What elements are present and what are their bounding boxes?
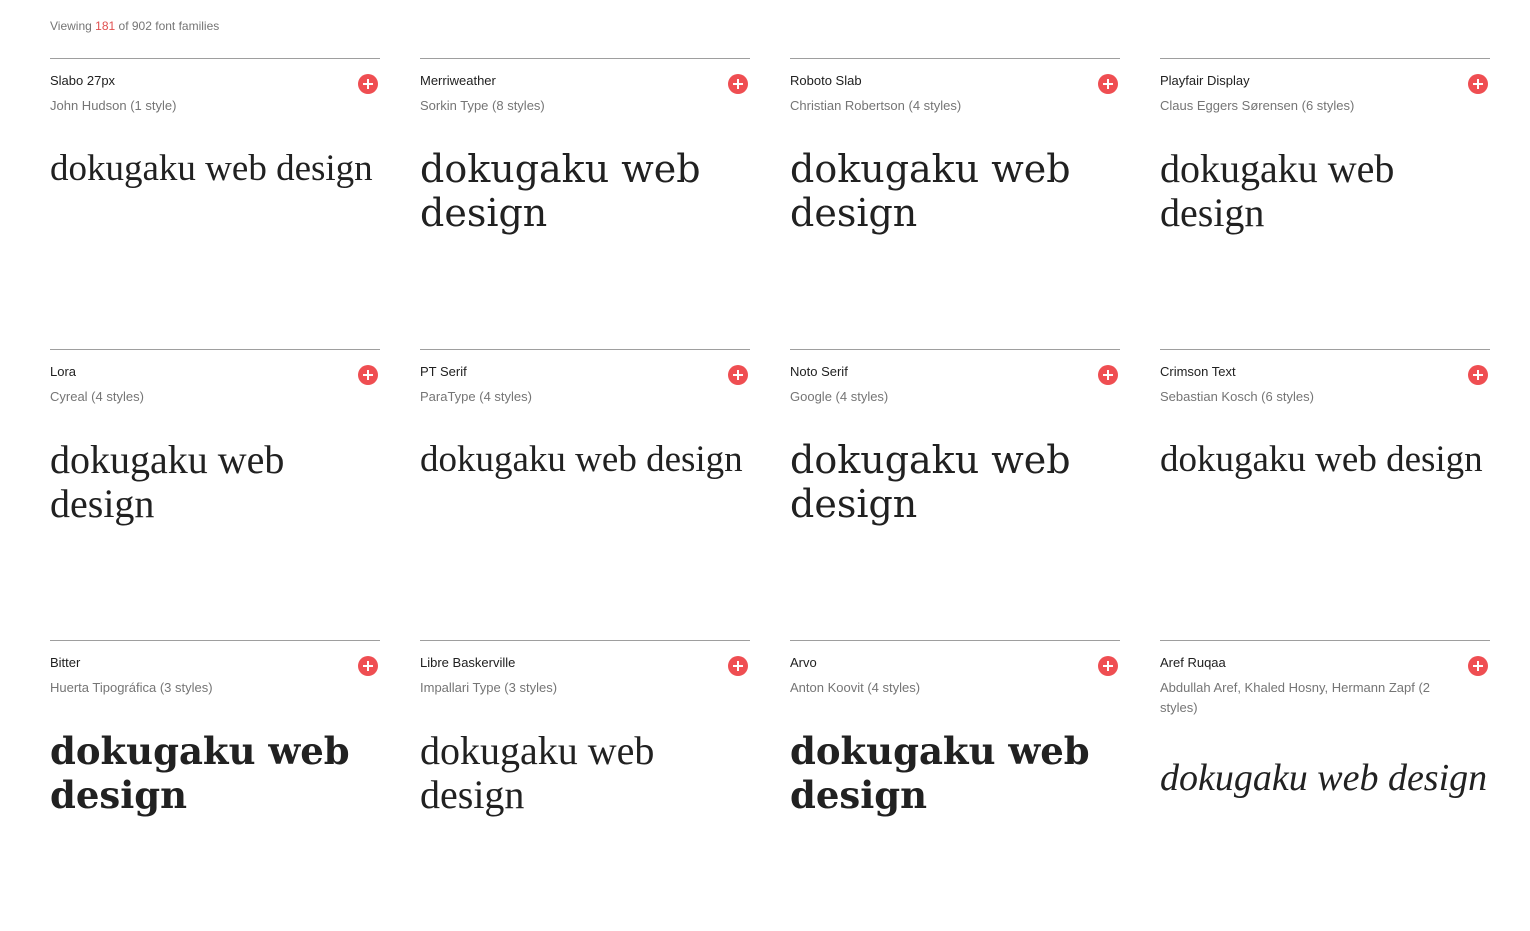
font-name[interactable]: PT Serif	[420, 364, 467, 379]
font-card-bitter[interactable]: Bitter Huerta Tipográfica (3 styles) dok…	[50, 640, 380, 931]
font-sample-text[interactable]: dokugaku web design	[790, 438, 1120, 526]
results-count: Viewing 181 of 902 font families	[50, 19, 219, 33]
font-sample-text[interactable]: dokugaku web design	[50, 729, 380, 817]
font-sample-text[interactable]: dokugaku web design	[50, 438, 380, 526]
font-grid: Slabo 27px John Hudson (1 style) dokugak…	[50, 58, 1490, 931]
font-sample-text[interactable]: dokugaku web design	[420, 147, 750, 235]
font-card-libre-baskerville[interactable]: Libre Baskerville Impallari Type (3 styl…	[420, 640, 750, 931]
font-sample-text[interactable]: dokugaku web design	[420, 438, 750, 482]
font-designer: Cyreal (4 styles)	[50, 389, 144, 404]
font-designer: John Hudson (1 style)	[50, 98, 177, 113]
add-font-button[interactable]	[1468, 74, 1488, 94]
font-name[interactable]: Merriweather	[420, 73, 496, 88]
font-designer: Anton Koovit (4 styles)	[790, 680, 921, 695]
add-font-button[interactable]	[728, 74, 748, 94]
font-name[interactable]: Slabo 27px	[50, 73, 115, 88]
font-designer: Impallari Type (3 styles)	[420, 680, 558, 695]
font-card-arvo[interactable]: Arvo Anton Koovit (4 styles) dokugaku we…	[790, 640, 1120, 931]
add-font-button[interactable]	[358, 656, 378, 676]
font-sample-text[interactable]: dokugaku web design	[1160, 756, 1490, 800]
results-count-shown: 181	[95, 19, 116, 33]
results-count-suffix: of 902 font families	[118, 19, 220, 33]
font-designer: Claus Eggers Sørensen (6 styles)	[1160, 98, 1355, 113]
font-name[interactable]: Bitter	[50, 655, 80, 670]
font-designer: Christian Robertson (4 styles)	[790, 98, 962, 113]
add-font-button[interactable]	[728, 365, 748, 385]
font-card-slabo-27px[interactable]: Slabo 27px John Hudson (1 style) dokugak…	[50, 58, 380, 349]
font-name[interactable]: Playfair Display	[1160, 73, 1250, 88]
font-sample-text[interactable]: dokugaku web design	[50, 147, 380, 191]
font-card-aref-ruqaa[interactable]: Aref Ruqaa Abdullah Aref, Khaled Hosny, …	[1160, 640, 1490, 931]
add-font-button[interactable]	[1098, 656, 1118, 676]
font-name[interactable]: Crimson Text	[1160, 364, 1236, 379]
font-designer: Huerta Tipográfica (3 styles)	[50, 680, 213, 695]
add-font-button[interactable]	[1098, 365, 1118, 385]
font-card-merriweather[interactable]: Merriweather Sorkin Type (8 styles) doku…	[420, 58, 750, 349]
add-font-button[interactable]	[1468, 365, 1488, 385]
font-card-noto-serif[interactable]: Noto Serif Google (4 styles) dokugaku we…	[790, 349, 1120, 640]
font-designer: ParaType (4 styles)	[420, 389, 532, 404]
add-font-button[interactable]	[1098, 74, 1118, 94]
font-sample-text[interactable]: dokugaku web design	[420, 729, 750, 817]
add-font-button[interactable]	[358, 365, 378, 385]
add-font-button[interactable]	[358, 74, 378, 94]
font-card-playfair-display[interactable]: Playfair Display Claus Eggers Sørensen (…	[1160, 58, 1490, 349]
font-name[interactable]: Noto Serif	[790, 364, 848, 379]
font-name[interactable]: Aref Ruqaa	[1160, 655, 1226, 670]
font-name[interactable]: Arvo	[790, 655, 817, 670]
font-sample-text[interactable]: dokugaku web design	[1160, 438, 1490, 482]
font-card-lora[interactable]: Lora Cyreal (4 styles) dokugaku web desi…	[50, 349, 380, 640]
font-card-pt-serif[interactable]: PT Serif ParaType (4 styles) dokugaku we…	[420, 349, 750, 640]
font-name[interactable]: Roboto Slab	[790, 73, 862, 88]
font-card-crimson-text[interactable]: Crimson Text Sebastian Kosch (6 styles) …	[1160, 349, 1490, 640]
font-designer: Abdullah Aref, Khaled Hosny, Hermann Zap…	[1160, 680, 1431, 715]
font-designer: Google (4 styles)	[790, 389, 889, 404]
font-designer: Sorkin Type (8 styles)	[420, 98, 545, 113]
font-sample-text[interactable]: dokugaku web design	[790, 729, 1120, 817]
font-card-roboto-slab[interactable]: Roboto Slab Christian Robertson (4 style…	[790, 58, 1120, 349]
add-font-button[interactable]	[728, 656, 748, 676]
font-sample-text[interactable]: dokugaku web design	[790, 147, 1120, 235]
font-name[interactable]: Lora	[50, 364, 76, 379]
font-designer: Sebastian Kosch (6 styles)	[1160, 389, 1314, 404]
font-name[interactable]: Libre Baskerville	[420, 655, 515, 670]
add-font-button[interactable]	[1468, 656, 1488, 676]
font-sample-text[interactable]: dokugaku web design	[1160, 147, 1490, 235]
results-count-prefix: Viewing	[50, 19, 92, 33]
